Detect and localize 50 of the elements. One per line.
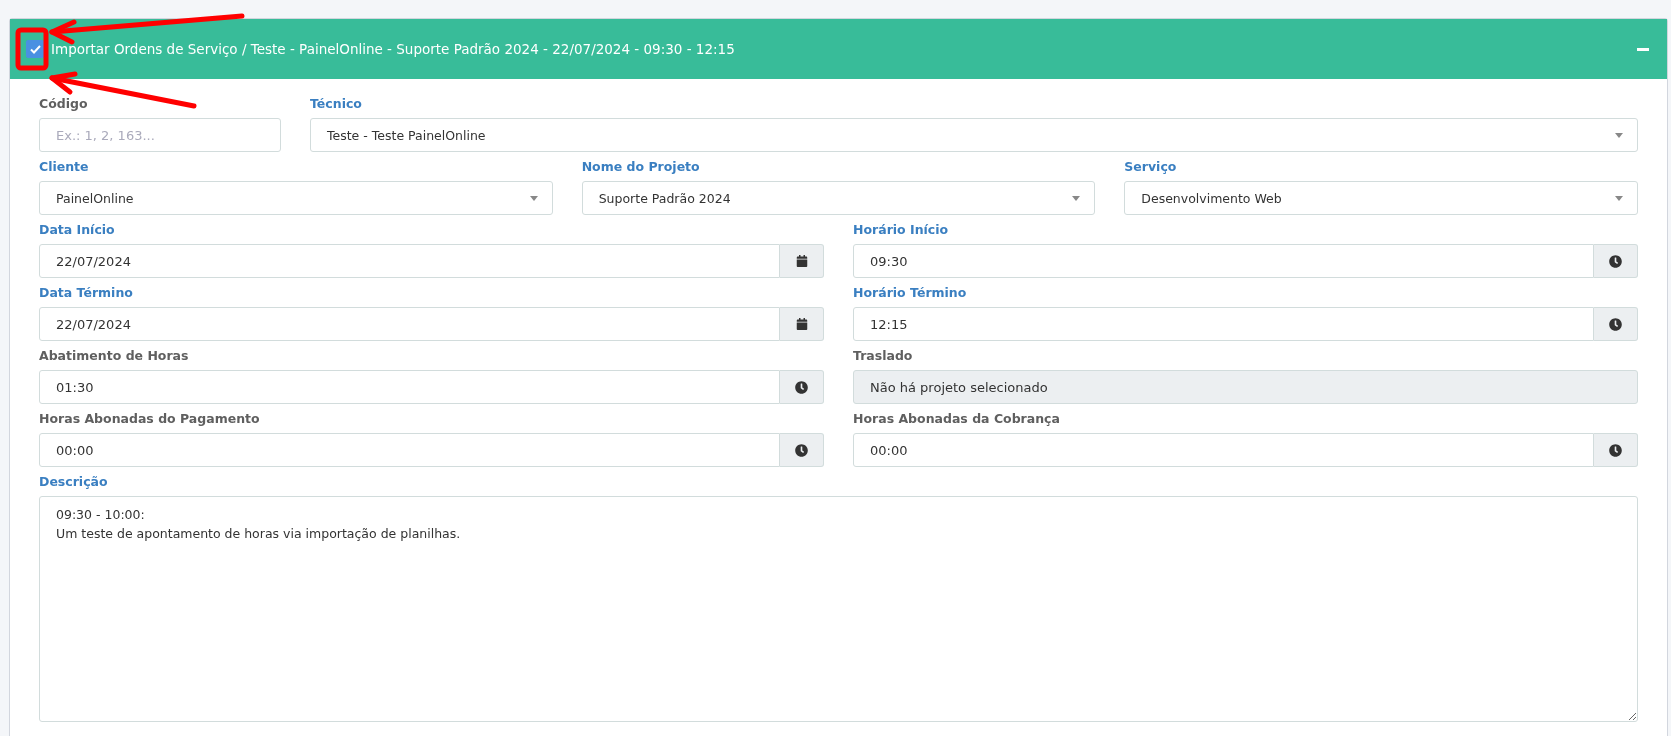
field-label: Nome do Projeto (581, 158, 701, 176)
calendar-icon (795, 318, 808, 330)
date-field[interactable]: 22/07/2024 (39, 307, 780, 341)
time-field[interactable]: 00:00 (853, 433, 1594, 467)
field-label: Data Início (39, 221, 116, 239)
field-label: Horas Abonadas do Pagamento (39, 410, 261, 428)
field-label: Cliente (39, 158, 90, 176)
time-field[interactable]: 09:30 (853, 244, 1594, 278)
clock-button[interactable] (780, 370, 824, 404)
field-label: Abatimento de Horas (39, 347, 190, 365)
field-label: Horário Término (853, 284, 968, 302)
panel-title: Importar Ordens de Serviço / Teste - PainelOnline - Suporte Padrão 2024 - 22/07/2024 - 09:30 - 12:15 (51, 41, 736, 57)
clock-icon (1609, 317, 1622, 331)
highlight-frame (15, 27, 49, 71)
select-field[interactable]: PainelOnline (39, 181, 553, 215)
clock-button[interactable] (1594, 244, 1638, 278)
time-field[interactable]: 00:00 (39, 433, 780, 467)
date-field[interactable]: 22/07/2024 (39, 244, 780, 278)
checkbox[interactable] (26, 40, 44, 58)
text-field[interactable]: Ex.: 1, 2, 163... (39, 118, 281, 152)
caret-icon (529, 195, 538, 201)
time-field[interactable]: 12:15 (853, 307, 1594, 341)
calendar-icon (795, 255, 808, 267)
field-label: Data Término (39, 284, 134, 302)
select-field[interactable]: Teste - Teste PainelOnline (310, 118, 1638, 152)
clock-icon (795, 443, 808, 457)
calendar-button[interactable] (780, 307, 824, 341)
calendar-button[interactable] (780, 244, 824, 278)
select-field[interactable]: Suporte Padrão 2024 (581, 181, 1096, 215)
field-label: Horário Início (853, 221, 950, 239)
field-label: Serviço (1124, 158, 1178, 176)
clock-icon (1609, 443, 1622, 457)
field-label: Traslado (853, 347, 914, 365)
select-field[interactable]: Desenvolvimento Web (1124, 181, 1638, 215)
time-field[interactable]: 01:30 (39, 370, 780, 404)
caret-icon (1615, 195, 1623, 201)
clock-icon (795, 380, 808, 394)
caret-icon (1615, 132, 1623, 138)
clock-icon (1609, 254, 1622, 268)
clock-button[interactable] (780, 433, 824, 467)
clock-button[interactable] (1594, 433, 1638, 467)
caret-icon (1072, 195, 1081, 201)
description-textarea[interactable]: 09:30 - 10:00: Um teste de apontamento de horas via importação de planilhas. (39, 496, 1638, 722)
check-icon (29, 44, 41, 54)
field-label: Técnico (310, 95, 363, 113)
readonly-field[interactable]: Não há projeto selecionado (853, 370, 1638, 404)
field-label: Descrição (39, 473, 109, 491)
field-label: Código (39, 95, 89, 113)
field-label: Horas Abonadas da Cobrança (853, 410, 1061, 428)
clock-button[interactable] (1594, 307, 1638, 341)
